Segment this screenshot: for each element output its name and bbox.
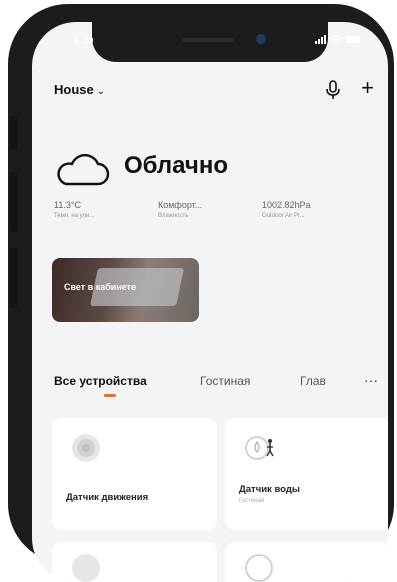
add-device-icon[interactable]: + [361,76,374,100]
home-selector[interactable]: House ⌄ [54,82,105,97]
signal-icon [315,35,326,44]
device-name: Датчик воды [239,484,300,495]
scene-card[interactable]: Свет в кабинете [52,258,199,322]
tab-living-room[interactable]: Гостиная [200,374,250,388]
volume-up-button [10,172,18,232]
volume-down-button [10,248,18,308]
device-icon [245,554,273,582]
room-tabs: Все устройства Гостиная Глав ··· [54,372,378,404]
app-header: House ⌄ + [54,76,374,104]
wifi-icon [330,35,342,44]
temperature-label: Темп. на ули... [54,213,95,219]
status-time: 8:30 [74,36,94,47]
status-icons [315,35,360,44]
home-name: House [54,82,94,97]
mute-switch [10,116,18,150]
app-screen: 8:30 House ⌄ + Облачно 11.3°C Темп. на у… [32,22,388,582]
weather-condition: Облачно [124,152,228,179]
temperature-stat: 11.3°C Темп. на ули... [54,200,94,219]
active-tab-indicator [104,394,116,397]
tab-main[interactable]: Глав [300,374,326,388]
pressure-stat: 1002.82hPa Outdoor Air Pr... [262,200,311,219]
temperature-value: 11.3°C [54,200,81,210]
device-card[interactable]: Датчик движения [52,418,217,530]
device-card[interactable] [225,542,388,582]
chevron-down-icon: ⌄ [96,86,106,97]
camera-icon [256,34,266,44]
pressure-label: Outdoor Air Pr... [262,213,305,219]
status-bar: 8:30 [32,22,388,68]
more-icon[interactable]: ··· [364,372,378,388]
battery-icon [346,36,360,43]
device-icon [72,554,100,582]
microphone-icon[interactable] [324,80,342,100]
water-sensor-icon [245,436,274,460]
speaker-grill [182,38,234,42]
tab-all-devices[interactable]: Все устройства [54,374,147,388]
pressure-value: 1002.82hPa [262,200,311,210]
device-card[interactable]: Датчик воды Гостиная [225,418,388,530]
motion-sensor-icon [72,434,100,462]
scene-label: Свет в кабинете [64,282,137,292]
humidity-value: Комфорт... [158,200,203,210]
cloud-icon [57,154,110,186]
phone-frame: 8:30 House ⌄ + Облачно 11.3°C Темп. на у… [8,4,394,582]
humidity-stat: Комфорт... Влажность [158,200,202,219]
device-room: Гостиная [239,498,265,504]
notch [92,22,328,62]
device-name: Датчик движения [66,492,149,503]
device-card[interactable] [52,542,217,582]
humidity-label: Влажность [158,213,189,219]
